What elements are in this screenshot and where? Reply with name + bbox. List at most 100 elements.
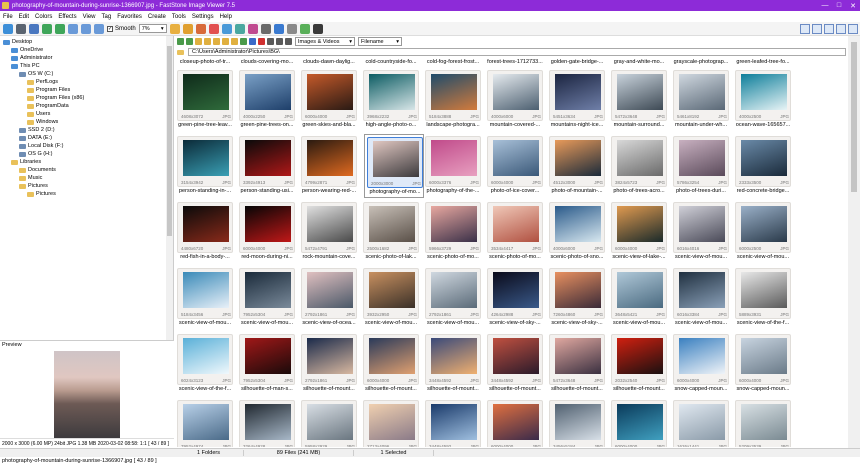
fullscreen-icon[interactable] (312, 23, 323, 34)
thumbnail-item[interactable]: 7952x4974JPGsnow-covered-mou... (175, 398, 235, 447)
menu-colors[interactable]: Colors (32, 14, 55, 20)
rotate-icon[interactable] (94, 23, 104, 34)
thumbnail-item[interactable]: 3264x4928JPGsnow-covered-mou... (237, 398, 297, 447)
email-icon[interactable] (299, 23, 310, 34)
thumbnail-item[interactable]: 5451x3634 JPG mountains-night-ice... (547, 68, 607, 132)
tree-item[interactable]: Documents (19, 166, 56, 174)
menu-effects[interactable]: Effects (55, 14, 79, 20)
thumbnail-item[interactable]: 4000x2250 JPG green-pine-trees-on... (237, 68, 297, 132)
slideshow-icon[interactable] (273, 23, 284, 34)
thumbnail-item[interactable]: 5209x3539JPGwoodland-stream-c... (733, 398, 793, 447)
thumbnail-item[interactable]: 3456x5184JPGtrees-covered-with... (547, 398, 607, 447)
next-icon[interactable] (182, 23, 193, 34)
refresh-icon[interactable] (240, 38, 247, 45)
tree-item[interactable]: Program Files (27, 86, 70, 94)
menu-view[interactable]: View (80, 14, 99, 20)
folder-icon[interactable] (204, 38, 211, 45)
menu-help[interactable]: Help (217, 14, 235, 20)
thumbnail-item[interactable]: 3968x2232 JPG high-angle-photo-o... (361, 68, 421, 132)
browser-icon[interactable] (16, 23, 26, 34)
tree-item[interactable]: SSD 2 (D:) (19, 126, 55, 134)
tree-scroll-thumb[interactable] (167, 46, 172, 236)
compare-icon[interactable] (286, 23, 297, 34)
menu-edit[interactable]: Edit (16, 14, 32, 20)
up-folder-icon[interactable] (195, 38, 202, 45)
close-icon[interactable]: ✕ (846, 0, 860, 11)
thumbnail-item[interactable]: 2792x1861 JPG scenic-view-of-ocea... (299, 266, 359, 330)
thumbnail-item[interactable]: 5472x3648 JPG mountain-surround... (609, 68, 669, 132)
thumbnail-item[interactable]: 4480x6720 JPG red-fish-in-a-body-... (175, 200, 235, 264)
select-all-icon[interactable] (267, 38, 274, 45)
thumbnail-item[interactable]: 6000x4000 JPG snow-capped-moun... (733, 332, 793, 396)
thumbnail-item[interactable]: 7952x5304 JPG silhouette-of-man-s... (237, 332, 297, 396)
thumbnail-item[interactable]: 5786x3254 JPG photo-of-trees-duri... (671, 134, 731, 198)
thumbnail-item[interactable]: 6016x3384 JPG scenic-view-of-mou... (671, 266, 731, 330)
thumbnail-item[interactable]: 7260x4860 JPG scenic-view-of-sky-... (547, 266, 607, 330)
thumbnail-item[interactable]: 7952x5304 JPG scenic-view-of-mou... (237, 266, 297, 330)
thumbnail-item[interactable]: 5184x3888 JPG landscape-photogra... (423, 68, 483, 132)
tree-item[interactable]: Windows (27, 118, 58, 126)
thumbnail-item[interactable]: 2333x3500 JPG red-concrete-bridge... (733, 134, 793, 198)
view-mode-5-icon[interactable] (848, 24, 858, 34)
actual-size-icon[interactable] (81, 23, 91, 34)
minimize-icon[interactable]: — (818, 0, 832, 11)
save-icon[interactable] (29, 23, 39, 34)
back-icon[interactable] (177, 38, 184, 45)
tree-item[interactable]: Local Disk (F:) (19, 142, 63, 150)
zoom-out-icon[interactable] (55, 23, 65, 34)
thumbnail-size-icon[interactable] (276, 38, 283, 45)
menu-tag[interactable]: Tag (99, 14, 115, 20)
thumbnail-item[interactable]: 2032x2540 JPG silhouette-of-mount... (609, 332, 669, 396)
thumbnail-item[interactable]: 6024x3123 JPG scenic-view-of-the-f... (175, 332, 235, 396)
thumbnail-item[interactable]: 2792x1861 JPG silhouette-of-mount... (299, 332, 359, 396)
forward-icon[interactable] (186, 38, 193, 45)
thumbnail-item[interactable]: 3448x4592 JPG silhouette-of-mount... (423, 332, 483, 396)
thumbnail-item[interactable]: 2000x3000 JPG photography-of-mo... (364, 134, 424, 198)
tree-item[interactable]: ProgramData (27, 102, 69, 110)
maximize-icon[interactable]: □ (832, 0, 846, 11)
thumbnail-item[interactable]: 6000x4000JPGsunset-view-160632... (485, 398, 545, 447)
thumbnail-item[interactable]: 4000x2500 JPG ocean-wave-165657... (733, 68, 793, 132)
details-icon[interactable] (285, 38, 292, 45)
thumbnail-item[interactable]: 5958x2929JPGsnow-covered-mou... (299, 398, 359, 447)
thumbnail-item[interactable]: 4000x6000 JPG scenic-photo-of-sno... (547, 200, 607, 264)
thumbnail-item[interactable]: 3392x4913 JPG person-standing-usi... (237, 134, 297, 198)
thumbnail-item[interactable]: 5184x3456 JPG scenic-view-of-mou... (175, 266, 235, 330)
prev-icon[interactable] (169, 23, 180, 34)
thumbnail-item[interactable]: 6000x4000 JPG photo-of-ice-cover... (485, 134, 545, 198)
thumbnail-item[interactable]: 3448x4592JPGsnow-top-mountain... (423, 398, 483, 447)
resize-icon[interactable] (234, 23, 245, 34)
thumbnail-item[interactable]: 6000x4000JPGunderwater-270473... (609, 398, 669, 447)
menu-settings[interactable]: Settings (189, 14, 217, 20)
tree-item[interactable]: Music (19, 174, 42, 182)
copy-folder-icon[interactable] (222, 38, 229, 45)
fit-icon[interactable] (68, 23, 78, 34)
thumbnail-item[interactable]: 3932x2950 JPG scenic-view-of-mou... (361, 266, 421, 330)
tree-item[interactable]: Desktop (3, 38, 32, 46)
menu-file[interactable]: File (0, 14, 16, 20)
tree-item[interactable]: Users (27, 110, 50, 118)
grid-scrollbar[interactable] (848, 36, 860, 448)
thumbnail-item[interactable]: 4608x3072 JPG green-pine-tree-leav... (175, 68, 235, 132)
tree-scrollbar[interactable] (166, 36, 173, 340)
thumbnail-item[interactable]: 3648x5421 JPG scenic-view-of-mou... (609, 266, 669, 330)
view-mode-1-icon[interactable] (800, 24, 810, 34)
menu-tools[interactable]: Tools (169, 14, 189, 20)
tree-item[interactable]: Libraries (11, 158, 41, 166)
thumbnail-item[interactable]: 1626x1441JPGwhite-snow-photogr... (671, 398, 731, 447)
thumbnail-item[interactable]: 6016x4016 JPG scenic-view-of-mou... (671, 200, 731, 264)
zoom-in-icon[interactable] (42, 23, 52, 34)
thumbnail-item[interactable]: 6000x4000 JPG green-skies-and-bla... (299, 68, 359, 132)
red-eye-icon[interactable] (208, 23, 219, 34)
tree-item[interactable]: Pictures (27, 190, 56, 198)
thumbnail-item[interactable]: 2792x1861 JPG scenic-view-of-mou... (423, 266, 483, 330)
tree-item[interactable]: OneDrive (11, 46, 43, 54)
view-mode-4-icon[interactable] (836, 24, 846, 34)
thumbnail-item[interactable]: 6000x4000 JPG silhouette-of-mount... (361, 332, 421, 396)
thumbnail-item[interactable]: 5889x3931 JPG scenic-view-of-the-f... (733, 266, 793, 330)
thumbnail-item[interactable]: 2713x4096JPGsnow-on-mountain... (361, 398, 421, 447)
thumbnail-item[interactable]: 6000x3376 JPG photography-of-the-... (423, 134, 483, 198)
thumbnail-item[interactable]: 4000x6000 JPG mountain-covered-... (485, 68, 545, 132)
grid-scroll-thumb[interactable] (851, 42, 857, 192)
new-folder-icon[interactable] (213, 38, 220, 45)
